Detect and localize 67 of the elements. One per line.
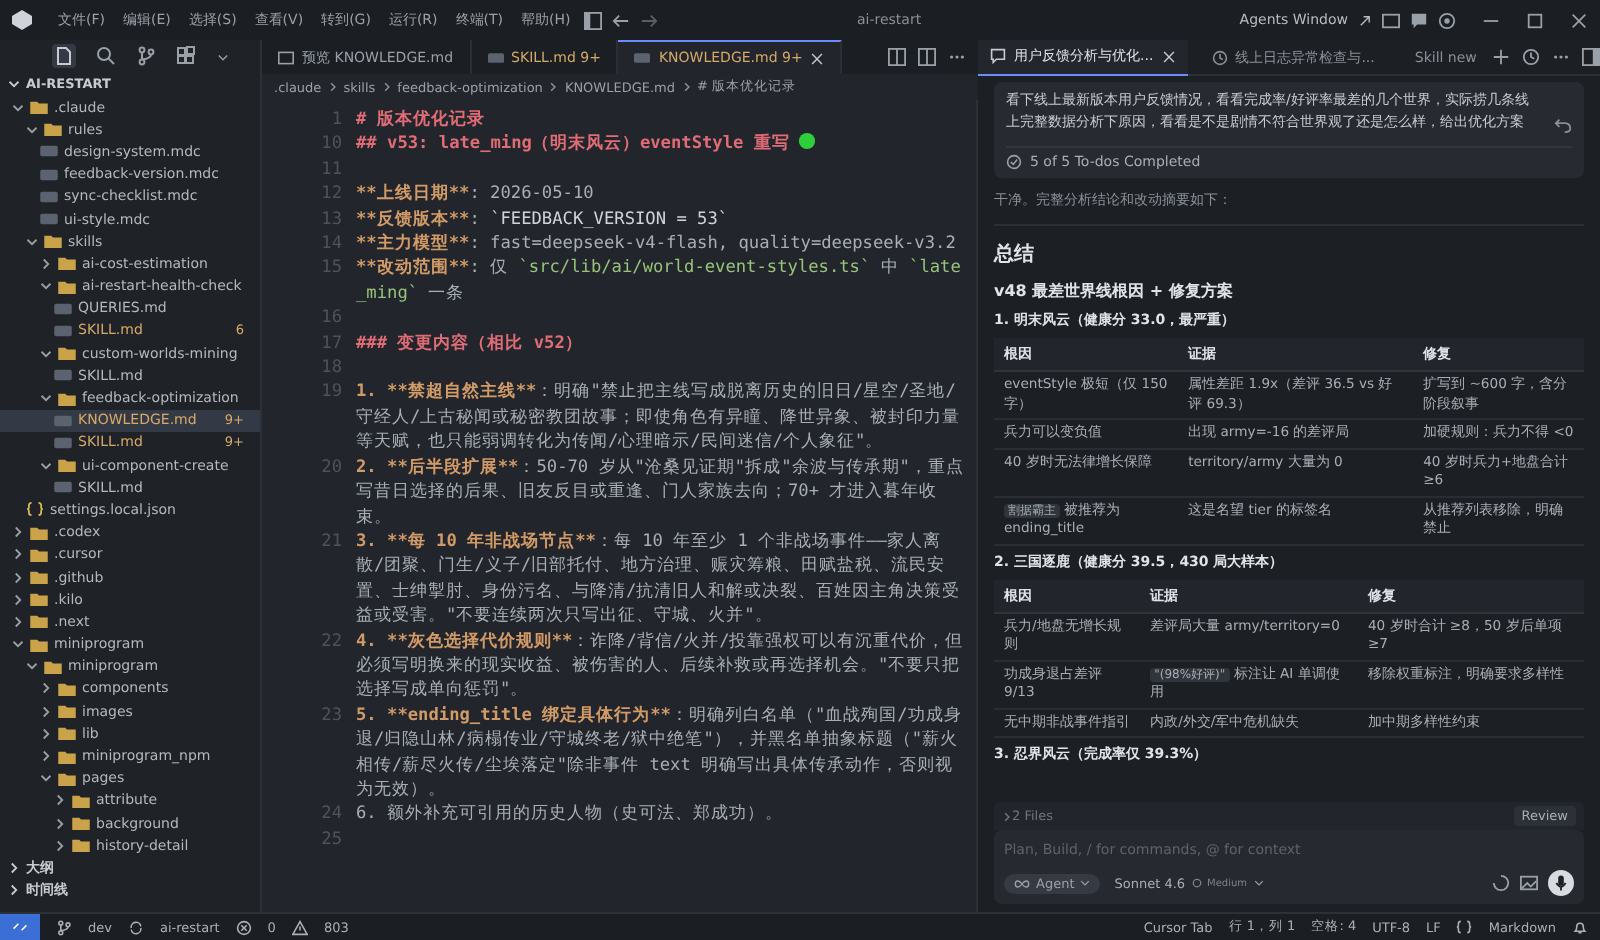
markdown-heading: ### 变更内容（相比 v52）	[356, 333, 583, 354]
microphone-icon[interactable]	[1548, 870, 1574, 896]
folder-icon	[58, 346, 76, 361]
caret-icon	[1080, 878, 1091, 888]
close-icon[interactable]	[1161, 49, 1176, 63]
chevron-right-icon	[548, 82, 559, 92]
sync-icon[interactable]	[127, 919, 144, 935]
check-circle-icon	[1006, 154, 1022, 170]
infinity-icon	[1014, 879, 1030, 887]
preview-side-icon[interactable]	[888, 48, 906, 66]
chevron-right-icon	[327, 82, 338, 92]
error-icon[interactable]	[235, 919, 252, 935]
preview-icon	[278, 49, 294, 65]
markdown-heading: ## v53: late_ming（明末风云）eventStyle 重写	[356, 134, 790, 155]
undo-icon[interactable]	[1554, 116, 1572, 134]
code-line: 1. **禁超自然主线**：明确"禁止把主线写成脱离历史的旧日/星空/圣地/守经人/上古秘闻或秘密教团故事；即使角色有异瞳、降世异象、被封印力量等天赋，也只能弱调转化为传闻/心理暗示/民间迷信/个人象征"。	[356, 382, 961, 453]
file-icon	[54, 368, 72, 383]
external-link-icon[interactable]	[1358, 13, 1372, 27]
braces-icon[interactable]	[1456, 920, 1473, 934]
code-line: 4. **灰色选择代价规则**：诈降/背信/火并/投靠强权可以有沉重代价，但必须写明换来的现实收益、被伤害的人、后续补救或再选择机会。"不要只把选择写成单向惩罚"。	[356, 631, 964, 701]
extensions-icon[interactable]	[176, 46, 196, 66]
code-line: 6. 额外补充可引用的历史人物（史可法、郑成功）。	[356, 804, 784, 825]
warning-icon[interactable]	[291, 919, 308, 935]
close-icon[interactable]	[810, 51, 825, 65]
status-dot-icon	[797, 132, 816, 151]
chevron-right-icon	[681, 82, 692, 92]
code-line: 3. **每 10 年非战场节点**：每 10 年至少 1 个非战场事件——家人离散/团聚、门生/义子/旧部托付、地方治理、赈灾筹粮、田赋盐税、流民安置、士绅掣肘、身份污名、与降清/抗清旧人和解或决裂、百姓因主角决策受益或受害。"不要连续两次只写出征、守城、火并"。	[356, 531, 961, 627]
bell-icon[interactable]	[1572, 919, 1588, 935]
history-icon[interactable]	[1522, 48, 1541, 66]
code-line: **改动范围**: 仅 `src/lib/ai/world-event-styles.ts` 中 `late_ming` 一条	[356, 258, 961, 304]
app-logo-icon	[12, 10, 32, 30]
response-heading: 总结	[994, 241, 1036, 268]
markdown-heading: # 版本优化记录	[356, 110, 485, 130]
plus-icon[interactable]	[1492, 48, 1511, 66]
file-icon	[634, 50, 651, 66]
folder-icon	[58, 458, 76, 473]
file-icon	[54, 480, 72, 495]
code-line: 5. **ending_title 绑定具体行为**：明确列白名单（"血战殉国/功成身退/归隐山林/病榻传业/守城终老/狱中绝笔"），并黑名单抽象标题（"薪火相传/薪尽火传/尘埃落定"除非事件 text 明确写出具体传承动作，否则视为无效）。	[356, 705, 962, 800]
branch-icon[interactable]	[56, 919, 72, 935]
sidebar-toggle-icon[interactable]	[584, 11, 603, 29]
caret-icon[interactable]	[216, 49, 230, 63]
branch-icon[interactable]	[136, 46, 156, 66]
layout-icon[interactable]	[1382, 11, 1400, 29]
chat-icon[interactable]	[1410, 11, 1428, 29]
image-icon[interactable]	[1520, 874, 1538, 892]
chevron-right-icon	[381, 82, 392, 92]
chevron-down-icon[interactable]	[8, 78, 20, 90]
files-icon[interactable]	[52, 44, 76, 68]
code-line: **反馈版本**: `FEEDBACK_VERSION = 53`	[356, 209, 729, 230]
back-arrow-icon[interactable]	[612, 11, 631, 29]
settings-icon[interactable]	[1438, 11, 1456, 29]
clock-icon	[1211, 49, 1228, 65]
code-line: **上线日期**: 2026-05-10	[356, 184, 594, 205]
caret-icon	[1253, 878, 1264, 888]
forward-arrow-icon[interactable]	[640, 11, 659, 29]
braces-icon	[26, 502, 44, 517]
code-line: **主力模型**: fast=deepseek-v4-flash, quality=deepseek-v3.2	[356, 234, 956, 255]
panel-icon[interactable]	[1582, 48, 1600, 66]
close-icon[interactable]	[1570, 11, 1588, 29]
code-line: 2. **后半段扩展**：50-70 岁从"沧桑见证期"拆成"余波与传承期"，重点写昔日选择的后果、旧友反目或重逢、门人家族去向；70+ 才进入暮年收束。	[356, 457, 964, 527]
chat-icon	[990, 48, 1006, 64]
spinner-icon	[1492, 874, 1510, 892]
file-icon	[487, 49, 504, 65]
split-editor-icon[interactable]	[918, 48, 936, 66]
search-icon[interactable]	[96, 46, 116, 66]
maximize-icon[interactable]	[1526, 11, 1544, 29]
response-subheading: v48 最差世界线根因 + 修复方案	[994, 280, 1235, 302]
